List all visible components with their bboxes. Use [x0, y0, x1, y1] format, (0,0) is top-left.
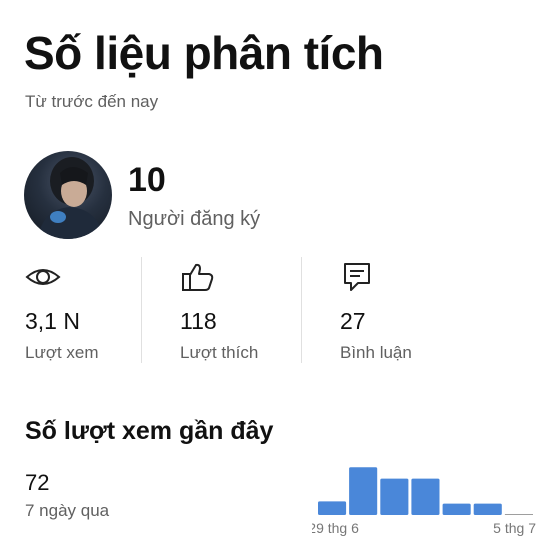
- chart-bar: [473, 503, 502, 515]
- comment-icon: [344, 263, 370, 291]
- recent-views-period: 7 ngày qua: [25, 501, 110, 520]
- comments-value: 27: [340, 308, 366, 334]
- comments-label: Bình luận: [340, 343, 412, 362]
- chart-x-tick-label: 29 thg 6: [312, 520, 359, 536]
- page-subtitle: Từ trước đến nay: [25, 92, 159, 111]
- likes-value: 118: [180, 308, 217, 334]
- avatar[interactable]: [24, 151, 112, 239]
- chart-x-tick-label: 5 thg 7: [493, 520, 536, 536]
- chart-bar: [318, 501, 347, 515]
- chart-bar: [411, 478, 440, 515]
- eye-icon: [25, 269, 61, 285]
- stat-divider: [141, 257, 142, 363]
- stat-likes[interactable]: 118 Lượt thích: [180, 258, 320, 368]
- recent-views-chart[interactable]: 29 thg 6 5 thg 7: [312, 455, 542, 555]
- views-value: 3,1 N: [25, 308, 80, 334]
- subscriber-label: Người đăng ký: [128, 208, 261, 230]
- page-title: Số liệu phân tích: [24, 27, 384, 79]
- avatar-image: [38, 157, 104, 239]
- recent-views-title: Số lượt xem gần đây: [25, 417, 274, 445]
- chart-bar: [380, 478, 409, 515]
- analytics-screen: Số liệu phân tích Từ trước đến nay 10 Ng…: [0, 0, 560, 560]
- chart-bar: [349, 467, 378, 515]
- subscriber-count: 10: [128, 161, 166, 199]
- stat-views[interactable]: 3,1 N Lượt xem: [25, 258, 165, 368]
- stat-divider: [301, 257, 302, 363]
- thumbs-up-icon: [182, 263, 214, 291]
- views-label: Lượt xem: [25, 343, 99, 362]
- likes-label: Lượt thích: [180, 343, 259, 362]
- stat-comments[interactable]: 27 Bình luận: [340, 258, 480, 368]
- recent-views-value: 72: [25, 470, 50, 495]
- chart-bar: [442, 503, 471, 515]
